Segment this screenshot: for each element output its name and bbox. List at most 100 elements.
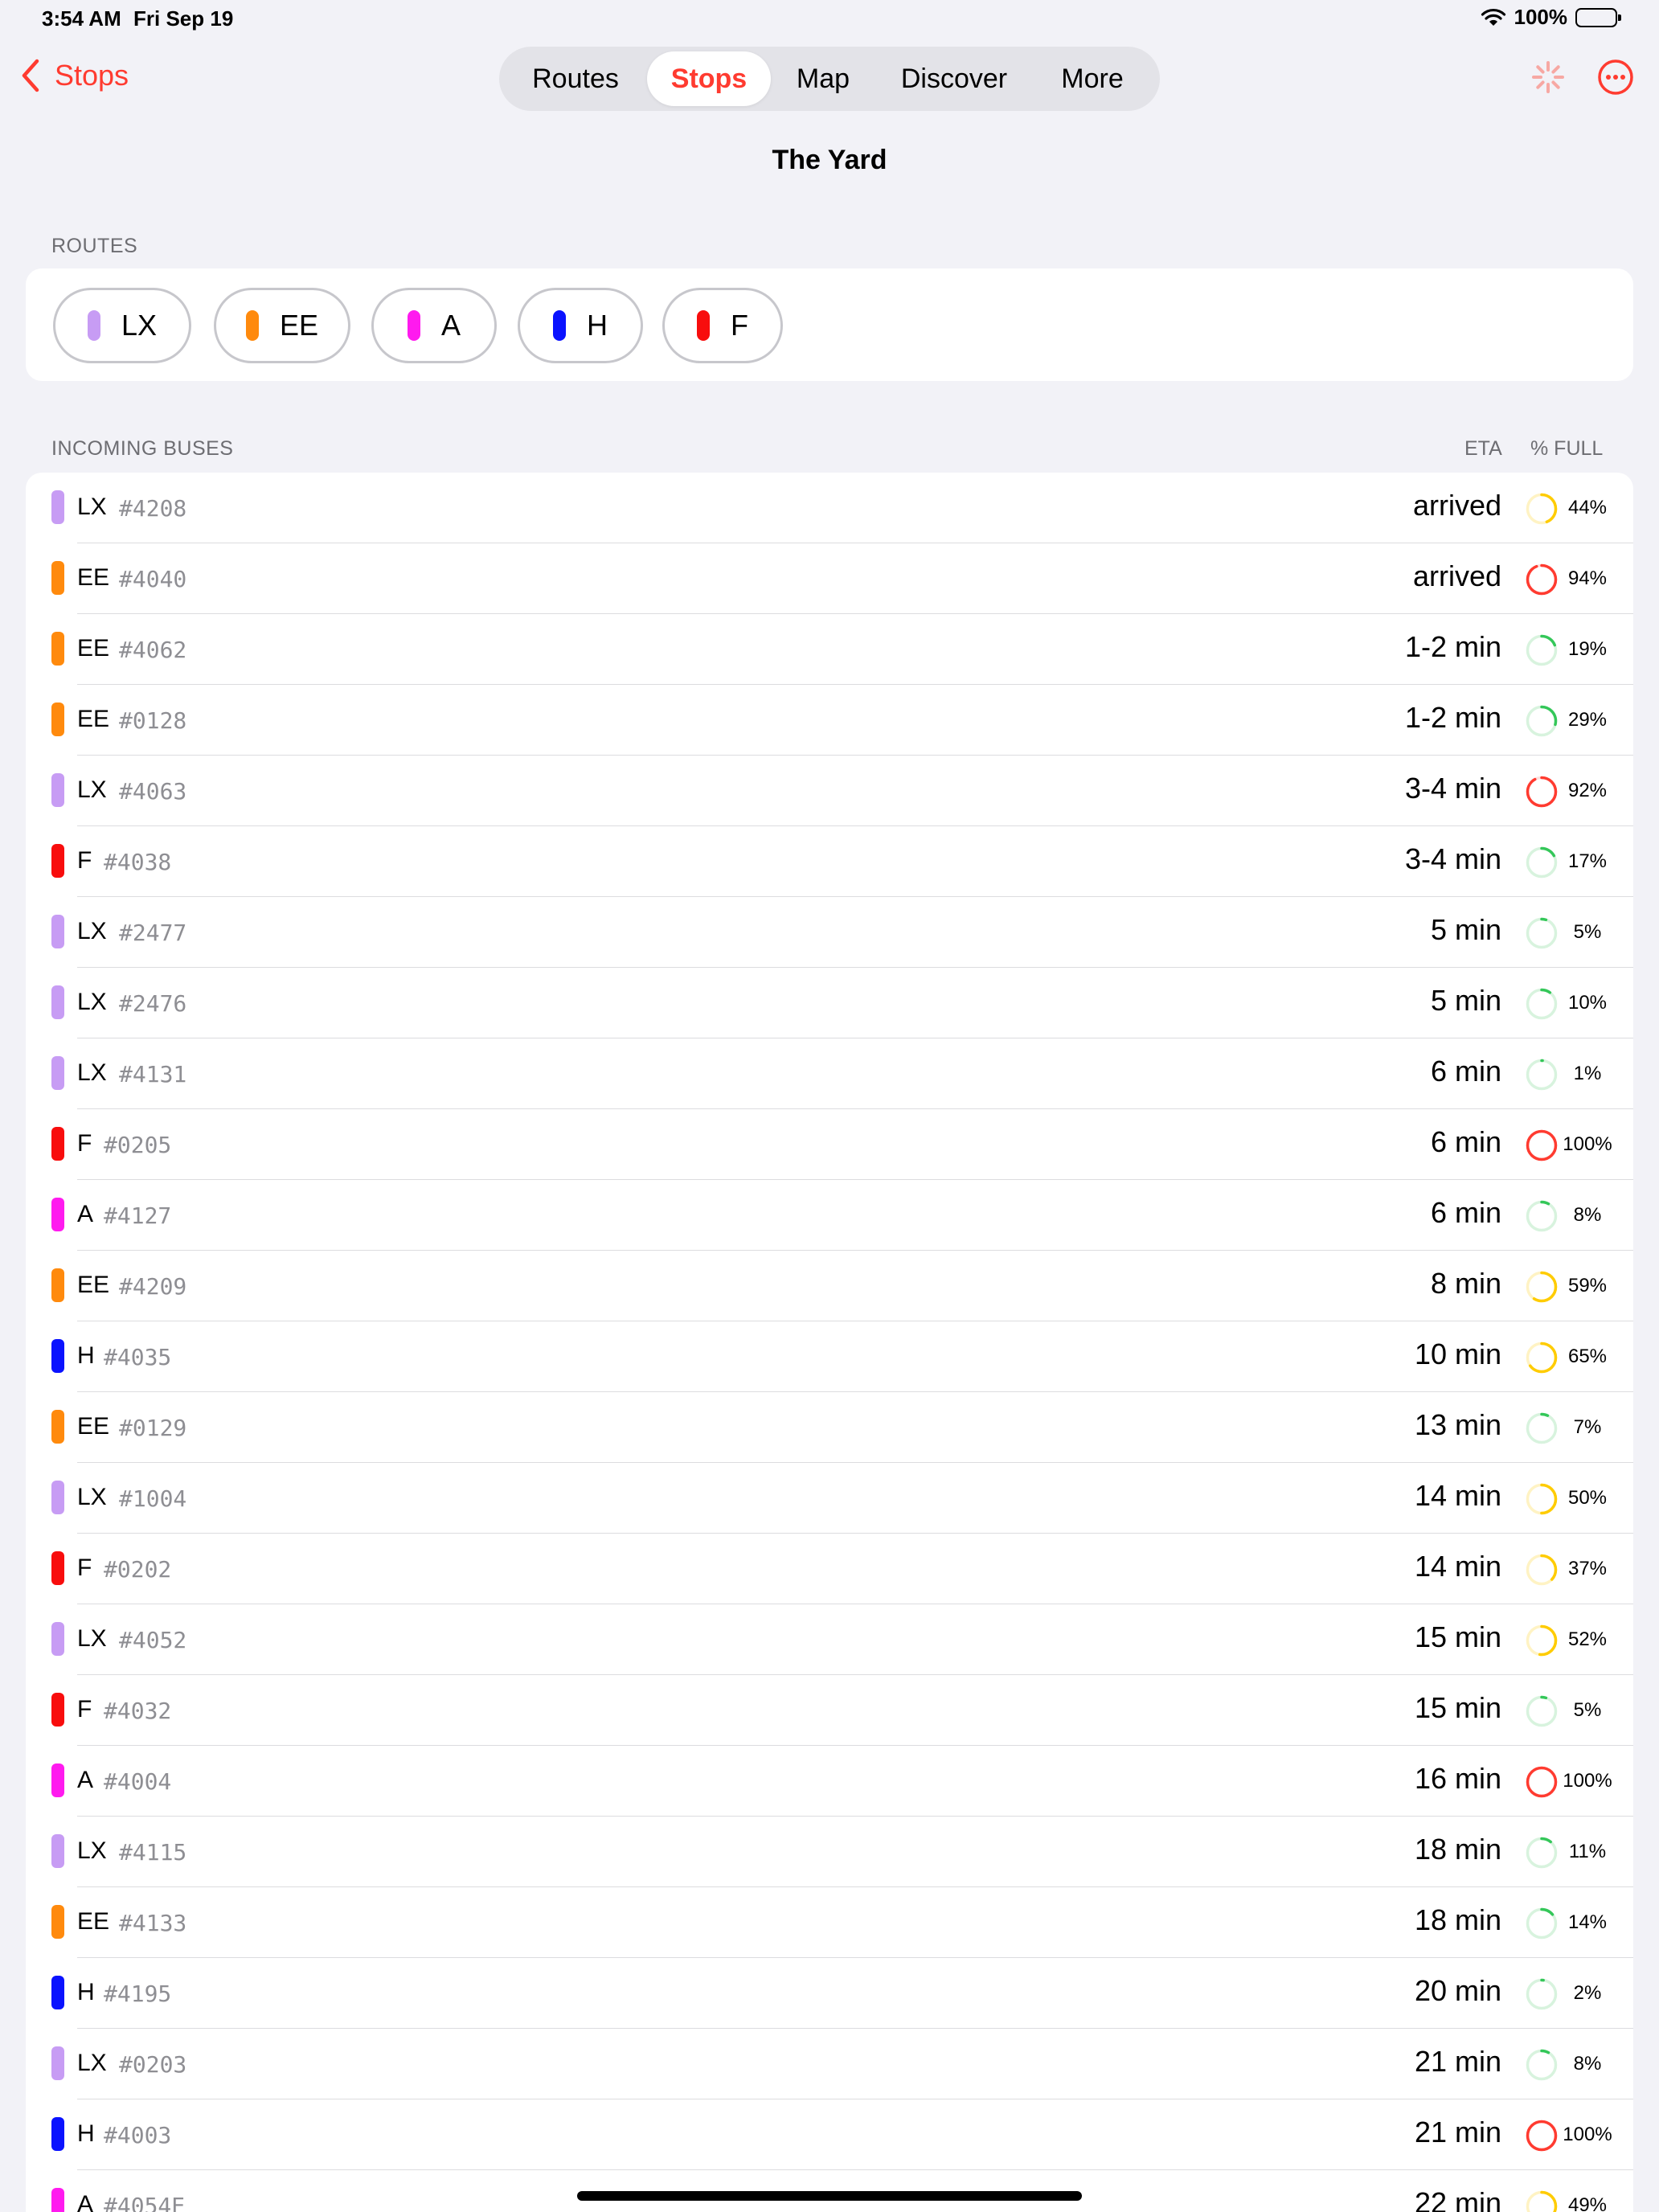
tab-discover[interactable]: Discover <box>875 51 1033 106</box>
bus-number: #2476 <box>119 990 187 1017</box>
capacity-ring-icon <box>1526 1554 1558 1586</box>
app-window: 3:54 AM Fri Sep 19 100% Stops Routes Sto… <box>0 0 1659 2212</box>
bus-row[interactable]: EE #4062 1-2 min 19% <box>26 614 1633 685</box>
capacity-ring-icon <box>1526 2190 1558 2212</box>
bus-row[interactable]: LX #1004 14 min 50% <box>26 1463 1633 1534</box>
bus-eta: 15 min <box>1414 1620 1501 1653</box>
bus-route-label: F <box>77 1696 92 1722</box>
buses-list: LX #4208 arrived 44% EE #4040 arrived 94% EE #406… <box>26 473 1633 2212</box>
route-pill-label: LX <box>121 309 158 342</box>
bus-row[interactable]: A #4127 6 min 8% <box>26 1180 1633 1251</box>
bus-percent-full: 11% <box>1568 1841 1607 1862</box>
bus-percent-full: 7% <box>1573 1416 1602 1438</box>
bus-percent-full: 37% <box>1567 1558 1608 1579</box>
bus-number: #0202 <box>104 1556 172 1583</box>
tab-map[interactable]: Map <box>771 51 875 106</box>
bus-row[interactable]: H #4195 20 min 2% <box>26 1958 1633 2029</box>
route-color-bar <box>51 632 64 666</box>
bus-eta: 3-4 min <box>1404 772 1501 805</box>
bus-eta: 21 min <box>1414 2045 1501 2078</box>
bus-percent-full: 50% <box>1567 1487 1608 1509</box>
bus-route-label: F <box>77 847 92 874</box>
route-color-dot <box>87 310 100 341</box>
bus-route-label: F <box>77 1555 92 1581</box>
route-color-bar <box>51 1551 64 1585</box>
bus-percent-full: 8% <box>1573 2053 1602 2075</box>
nav-actions <box>1529 58 1635 96</box>
route-color-bar <box>51 1410 64 1444</box>
ellipsis-circle-icon[interactable] <box>1596 58 1635 96</box>
bus-row[interactable]: H #4003 21 min 100% <box>26 2099 1633 2170</box>
bus-percent-full: 5% <box>1573 921 1602 943</box>
capacity-ring-icon <box>1526 1129 1558 1161</box>
bus-percent-full: 100% <box>1563 1770 1612 1792</box>
loading-spinner-icon[interactable] <box>1529 58 1567 96</box>
route-pill-f[interactable]: F <box>662 288 783 363</box>
capacity-ring-icon <box>1526 776 1558 808</box>
capacity-ring-icon <box>1526 1483 1558 1515</box>
capacity-ring-icon <box>1526 2049 1558 2081</box>
bus-route-label: LX <box>77 494 107 520</box>
bus-percent-full: 5% <box>1573 1699 1602 1721</box>
chevron-left-icon <box>22 59 39 92</box>
bus-row[interactable]: LX #4131 6 min 1% <box>26 1038 1633 1109</box>
bus-row[interactable]: LX #2476 5 min 10% <box>26 968 1633 1038</box>
capacity-ring-icon <box>1526 988 1558 1020</box>
route-color-bar <box>51 2117 64 2151</box>
bus-route-label: A <box>77 2191 94 2212</box>
tab-stops[interactable]: Stops <box>647 51 771 106</box>
back-button[interactable]: Stops <box>19 58 129 93</box>
bus-row[interactable]: F #4038 3-4 min 17% <box>26 826 1633 897</box>
bus-row[interactable]: F #0202 14 min 37% <box>26 1534 1633 1604</box>
wifi-icon <box>1481 8 1505 26</box>
capacity-ring-icon <box>1526 1766 1558 1798</box>
bus-row[interactable]: EE #4040 arrived 94% <box>26 543 1633 614</box>
bus-row[interactable]: H #4035 10 min 65% <box>26 1321 1633 1392</box>
status-bar: 3:54 AM Fri Sep 19 100% <box>0 0 1659 40</box>
bus-row[interactable]: F #4032 15 min 5% <box>26 1675 1633 1746</box>
route-pill-a[interactable]: A <box>371 288 497 363</box>
bus-percent-full: 100% <box>1563 1133 1612 1155</box>
bus-percent-full: 52% <box>1567 1628 1608 1650</box>
capacity-ring-icon <box>1526 2120 1558 2152</box>
bus-row[interactable]: LX #4052 15 min 52% <box>26 1604 1633 1675</box>
route-color-bar <box>51 561 64 595</box>
route-pill-h[interactable]: H <box>518 288 643 363</box>
bus-number: #0129 <box>119 1415 187 1441</box>
bus-number: #0128 <box>119 707 187 734</box>
capacity-ring-icon <box>1526 846 1558 879</box>
bus-route-label: EE <box>77 706 110 732</box>
bus-route-label: LX <box>77 2050 107 2076</box>
tab-routes[interactable]: Routes <box>504 51 647 106</box>
route-color-bar <box>51 1976 64 2009</box>
routes-header: ROUTES <box>51 235 138 257</box>
bus-row[interactable]: LX #4063 3-4 min 92% <box>26 756 1633 826</box>
capacity-ring-icon <box>1526 917 1558 949</box>
bus-percent-full: 19% <box>1567 638 1608 660</box>
incoming-buses-header: INCOMING BUSES <box>51 437 234 460</box>
bus-number: #4063 <box>119 778 187 805</box>
bus-number: #0203 <box>119 2051 187 2078</box>
bus-row[interactable]: EE #4209 8 min 59% <box>26 1251 1633 1321</box>
bus-row[interactable]: EE #4133 18 min 14% <box>26 1887 1633 1958</box>
bus-row[interactable]: EE #0129 13 min 7% <box>26 1392 1633 1463</box>
route-pill-ee[interactable]: EE <box>214 288 350 363</box>
bus-row[interactable]: LX #4115 18 min 11% <box>26 1817 1633 1887</box>
bus-row[interactable]: EE #0128 1-2 min 29% <box>26 685 1633 756</box>
bus-row[interactable]: A #4004 16 min 100% <box>26 1746 1633 1817</box>
capacity-ring-icon <box>1526 1412 1558 1444</box>
route-pill-label: F <box>731 309 748 342</box>
bus-eta: 18 min <box>1414 1833 1501 1866</box>
bus-row[interactable]: LX #4208 arrived 44% <box>26 473 1633 543</box>
bus-row[interactable]: LX #0203 21 min 8% <box>26 2029 1633 2099</box>
bus-number: #4035 <box>104 1344 172 1370</box>
bus-number: #4054E <box>104 2193 186 2212</box>
bus-number: #4133 <box>119 1910 187 1936</box>
route-pill-lx[interactable]: LX <box>53 288 191 363</box>
capacity-ring-icon <box>1526 1695 1558 1727</box>
bus-row[interactable]: F #0205 6 min 100% <box>26 1109 1633 1180</box>
tab-more[interactable]: More <box>1033 51 1152 106</box>
bus-row[interactable]: LX #2477 5 min 5% <box>26 897 1633 968</box>
bus-number: #0205 <box>104 1132 172 1158</box>
bus-eta: arrived <box>1412 489 1501 522</box>
